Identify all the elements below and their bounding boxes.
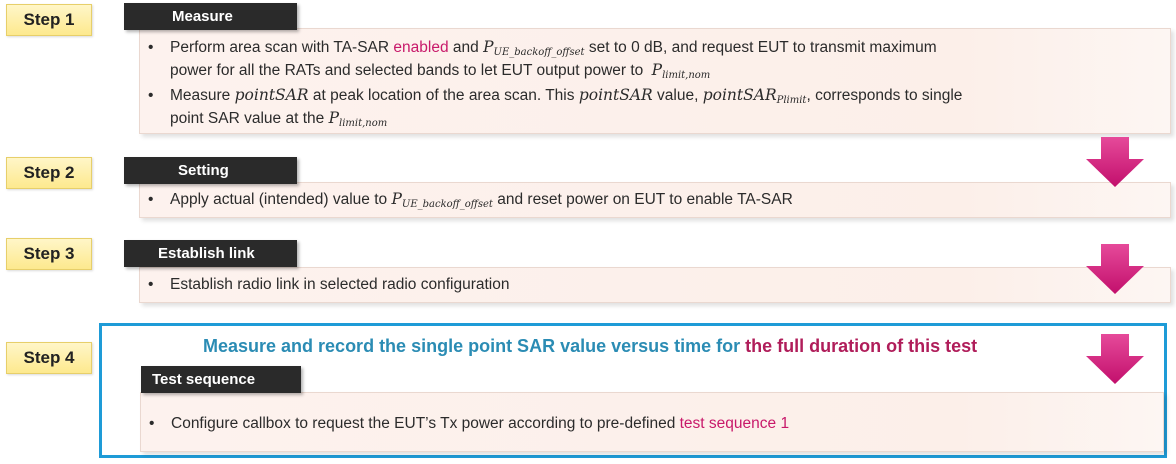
- step-1-text: Perform area scan with TA-SAR: [170, 39, 390, 56]
- bullet-dot: •: [148, 87, 154, 104]
- down-arrow-icon: [1086, 137, 1144, 187]
- step-4-label: Step 4: [6, 342, 92, 374]
- pointsar-symbol: pointSAR: [578, 86, 653, 104]
- step-2-label: Step 2: [6, 157, 92, 189]
- bullet-dot: •: [148, 39, 154, 56]
- p-symbol: P: [328, 109, 339, 127]
- step-1-bullet-1-line-2: power for all the RATs and selected band…: [170, 60, 710, 86]
- step-1-content-box: • Perform area scan with TA-SAR enabled …: [139, 28, 1171, 134]
- enabled-highlight: enabled: [393, 39, 449, 56]
- step-3-header: Establish link: [124, 240, 297, 267]
- step-4-text: Configure callbox to request the EUT’s T…: [171, 415, 676, 432]
- step-3-content-box: • Establish radio link in selected radio…: [139, 267, 1171, 303]
- bullet-dot: •: [148, 276, 154, 293]
- pointsar-symbol: pointSAR: [702, 86, 777, 104]
- step-4-header-label: Test sequence: [152, 371, 256, 388]
- step-1-bullet-2-line-2: point SAR value at the Plimit,nom: [170, 108, 387, 134]
- down-arrow-icon: [1086, 244, 1144, 294]
- step-1-text: set to 0 dB, and request EUT to transmit…: [588, 39, 937, 56]
- bullet-dot: •: [148, 191, 154, 208]
- pointsar-subscript: Plimit: [776, 95, 807, 106]
- step-2-content-box: • Apply actual (intended) value to PUE_b…: [139, 182, 1171, 218]
- p-subscript: UE_backoff_offset: [493, 47, 585, 58]
- step-1-header-label: Measure: [172, 8, 233, 25]
- test-sequence-highlight: test sequence 1: [679, 415, 790, 432]
- down-arrow-icon: [1086, 334, 1144, 384]
- banner-text-blue: Measure and record the single point SAR …: [203, 336, 741, 356]
- p-symbol: P: [651, 61, 663, 79]
- step-1-label: Step 1: [6, 4, 92, 36]
- step-1-header: Measure: [124, 3, 297, 30]
- p-subscript: limit,nom: [662, 70, 711, 81]
- p-subscript: UE_backoff_offset: [401, 199, 493, 210]
- step-1-text: at peak location of the area scan. This: [312, 87, 575, 104]
- pointsar-symbol: pointSAR: [234, 86, 309, 104]
- step-4-banner: Measure and record the single point SAR …: [203, 336, 977, 357]
- step-2-header: Setting: [124, 157, 297, 184]
- p-symbol: P: [391, 190, 402, 208]
- step-2-text: Apply actual (intended) value to: [170, 191, 388, 208]
- p-subscript: limit,nom: [339, 118, 388, 129]
- p-symbol: P: [483, 38, 494, 56]
- bullet-dot: •: [149, 415, 155, 432]
- step-4-content-box: • Configure callbox to request the EUT’s…: [140, 392, 1164, 452]
- step-1-text: value,: [657, 87, 699, 104]
- step-1-text: power for all the RATs and selected band…: [170, 62, 644, 79]
- banner-text-pink: the full duration of this test: [745, 336, 978, 356]
- step-4-header: Test sequence: [141, 366, 301, 393]
- step-3-label: Step 3: [6, 238, 92, 270]
- step-1-text: and: [452, 39, 479, 56]
- step-2-header-label: Setting: [178, 162, 229, 179]
- step-1-text: point SAR value at the: [170, 110, 325, 127]
- step-3-header-label: Establish link: [158, 245, 255, 262]
- step-3-bullet: • Establish radio link in selected radio…: [148, 274, 510, 295]
- step-4-bullet: • Configure callbox to request the EUT’s…: [149, 413, 790, 434]
- step-2-text: and reset power on EUT to enable TA-SAR: [497, 191, 793, 208]
- step-1-text: Measure: [170, 87, 231, 104]
- step-1-text: , corresponds to single: [806, 87, 963, 104]
- step-3-text: Establish radio link in selected radio c…: [170, 276, 510, 293]
- step-2-bullet: • Apply actual (intended) value to PUE_b…: [148, 189, 793, 215]
